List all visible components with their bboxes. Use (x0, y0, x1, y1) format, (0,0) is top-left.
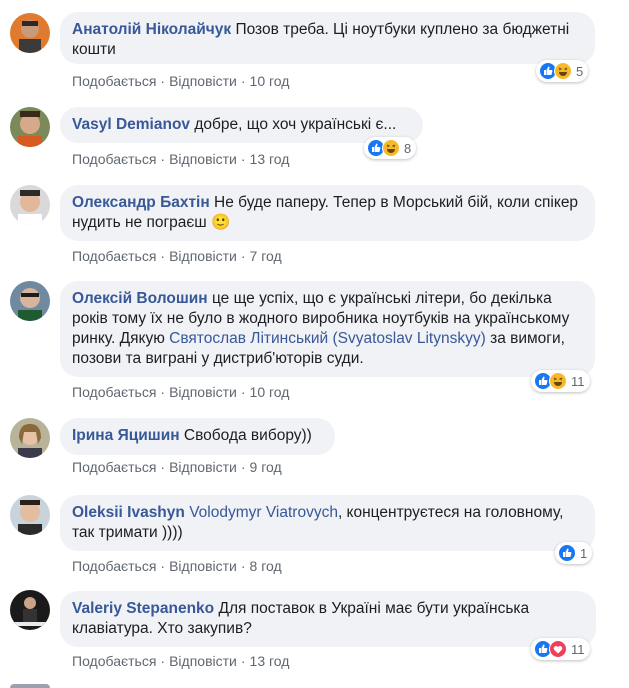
separator: · (160, 73, 166, 89)
author-name[interactable]: Vasyl Demianov (72, 116, 190, 133)
separator: · (160, 384, 166, 400)
mention-link[interactable]: Святослав Літинський (Svyatoslav Litynsk… (169, 330, 486, 347)
comment-actions: Подобається · Відповісти · 9 год (72, 459, 282, 475)
avatar[interactable] (10, 185, 50, 225)
author-name[interactable]: Valeriy Stepanenko (72, 600, 214, 617)
author-name[interactable]: Oleksii Ivashyn (72, 504, 185, 521)
separator: · (240, 248, 246, 264)
comment-bubble: Oleksii Ivashyn Volodymyr Viatrovych, ко… (60, 495, 595, 551)
reaction-count: 8 (404, 140, 412, 156)
comment-text: добре, що хоч українські є... (194, 116, 397, 133)
timestamp[interactable]: 10 год (250, 73, 290, 89)
like-link[interactable]: Подобається (72, 558, 156, 574)
reply-link[interactable]: Відповісти (169, 653, 237, 669)
timestamp[interactable]: 13 год (250, 151, 290, 167)
reply-link[interactable]: Відповісти (169, 558, 237, 574)
separator: · (240, 384, 246, 400)
separator: · (240, 73, 246, 89)
haha-icon (549, 372, 567, 390)
separator: · (240, 151, 246, 167)
reaction-summary[interactable]: 1 (555, 542, 593, 564)
love-icon (549, 640, 567, 658)
timestamp[interactable]: 10 год (250, 384, 290, 400)
comment-actions: Подобається · Відповісти · 8 год (72, 558, 282, 574)
reply-link[interactable]: Відповісти (169, 73, 237, 89)
avatar[interactable] (10, 684, 50, 688)
like-link[interactable]: Подобається (72, 653, 156, 669)
haha-icon (554, 62, 572, 80)
reaction-count: 5 (576, 63, 584, 79)
reaction-count: 11 (571, 373, 585, 389)
separator: · (240, 459, 246, 475)
comment-bubble: Олександр Бахтін Не буде паперу. Тепер в… (60, 185, 595, 241)
reaction-summary[interactable]: 11 (531, 638, 590, 660)
comment-actions: Подобається · Відповісти · 10 год (72, 73, 289, 89)
comment-actions: Подобається · Відповісти · 13 год (72, 653, 289, 669)
separator: · (160, 248, 166, 264)
avatar[interactable] (10, 107, 50, 147)
timestamp[interactable]: 8 год (250, 558, 282, 574)
author-name[interactable]: Олексій Волошин (72, 290, 208, 307)
author-name[interactable]: Анатолій Ніколайчук (72, 21, 231, 38)
reaction-count: 1 (580, 545, 588, 561)
comment-bubble: Олексій Волошин це ще успіх, що є україн… (60, 281, 595, 377)
reply-link[interactable]: Відповісти (169, 384, 237, 400)
avatar[interactable] (10, 13, 50, 53)
timestamp[interactable]: 7 год (250, 248, 282, 264)
avatar[interactable] (10, 281, 50, 321)
separator: · (160, 558, 166, 574)
separator: · (240, 653, 246, 669)
like-icon (558, 544, 576, 562)
reaction-summary[interactable]: 8 (364, 137, 417, 159)
comment-actions: Подобається · Відповісти · 10 год (72, 384, 289, 400)
comment-bubble: Анатолій Ніколайчук Позов треба. Ці ноут… (60, 12, 595, 64)
separator: · (160, 151, 166, 167)
comment-bubble: Ірина Яцишин Свобода вибору)) (60, 418, 335, 455)
reaction-summary[interactable]: 11 (531, 370, 590, 392)
like-link[interactable]: Подобається (72, 248, 156, 264)
avatar[interactable] (10, 495, 50, 535)
avatar[interactable] (10, 418, 50, 458)
comment-actions: Подобається · Відповісти · 13 год (72, 151, 289, 167)
like-link[interactable]: Подобається (72, 459, 156, 475)
reply-link[interactable]: Відповісти (169, 248, 237, 264)
separator: · (160, 459, 166, 475)
comment-text: Свобода вибору)) (183, 427, 312, 444)
reaction-summary[interactable]: 5 (536, 60, 589, 82)
comment-bubble: Valeriy Stepanenko Для поставок в Україн… (60, 591, 596, 647)
avatar[interactable] (10, 590, 50, 630)
timestamp[interactable]: 13 год (250, 653, 290, 669)
timestamp[interactable]: 9 год (250, 459, 282, 475)
like-link[interactable]: Подобається (72, 384, 156, 400)
author-name[interactable]: Ірина Яцишин (72, 427, 180, 444)
author-name[interactable]: Олександр Бахтін (72, 194, 210, 211)
separator: · (240, 558, 246, 574)
reply-link[interactable]: Відповісти (169, 459, 237, 475)
reaction-count: 11 (571, 641, 585, 657)
separator: · (160, 653, 166, 669)
mention-link[interactable]: Volodymyr Viatrovych (189, 504, 338, 521)
like-link[interactable]: Подобається (72, 151, 156, 167)
like-link[interactable]: Подобається (72, 73, 156, 89)
haha-icon (382, 139, 400, 157)
reply-link[interactable]: Відповісти (169, 151, 237, 167)
comment-actions: Подобається · Відповісти · 7 год (72, 248, 282, 264)
